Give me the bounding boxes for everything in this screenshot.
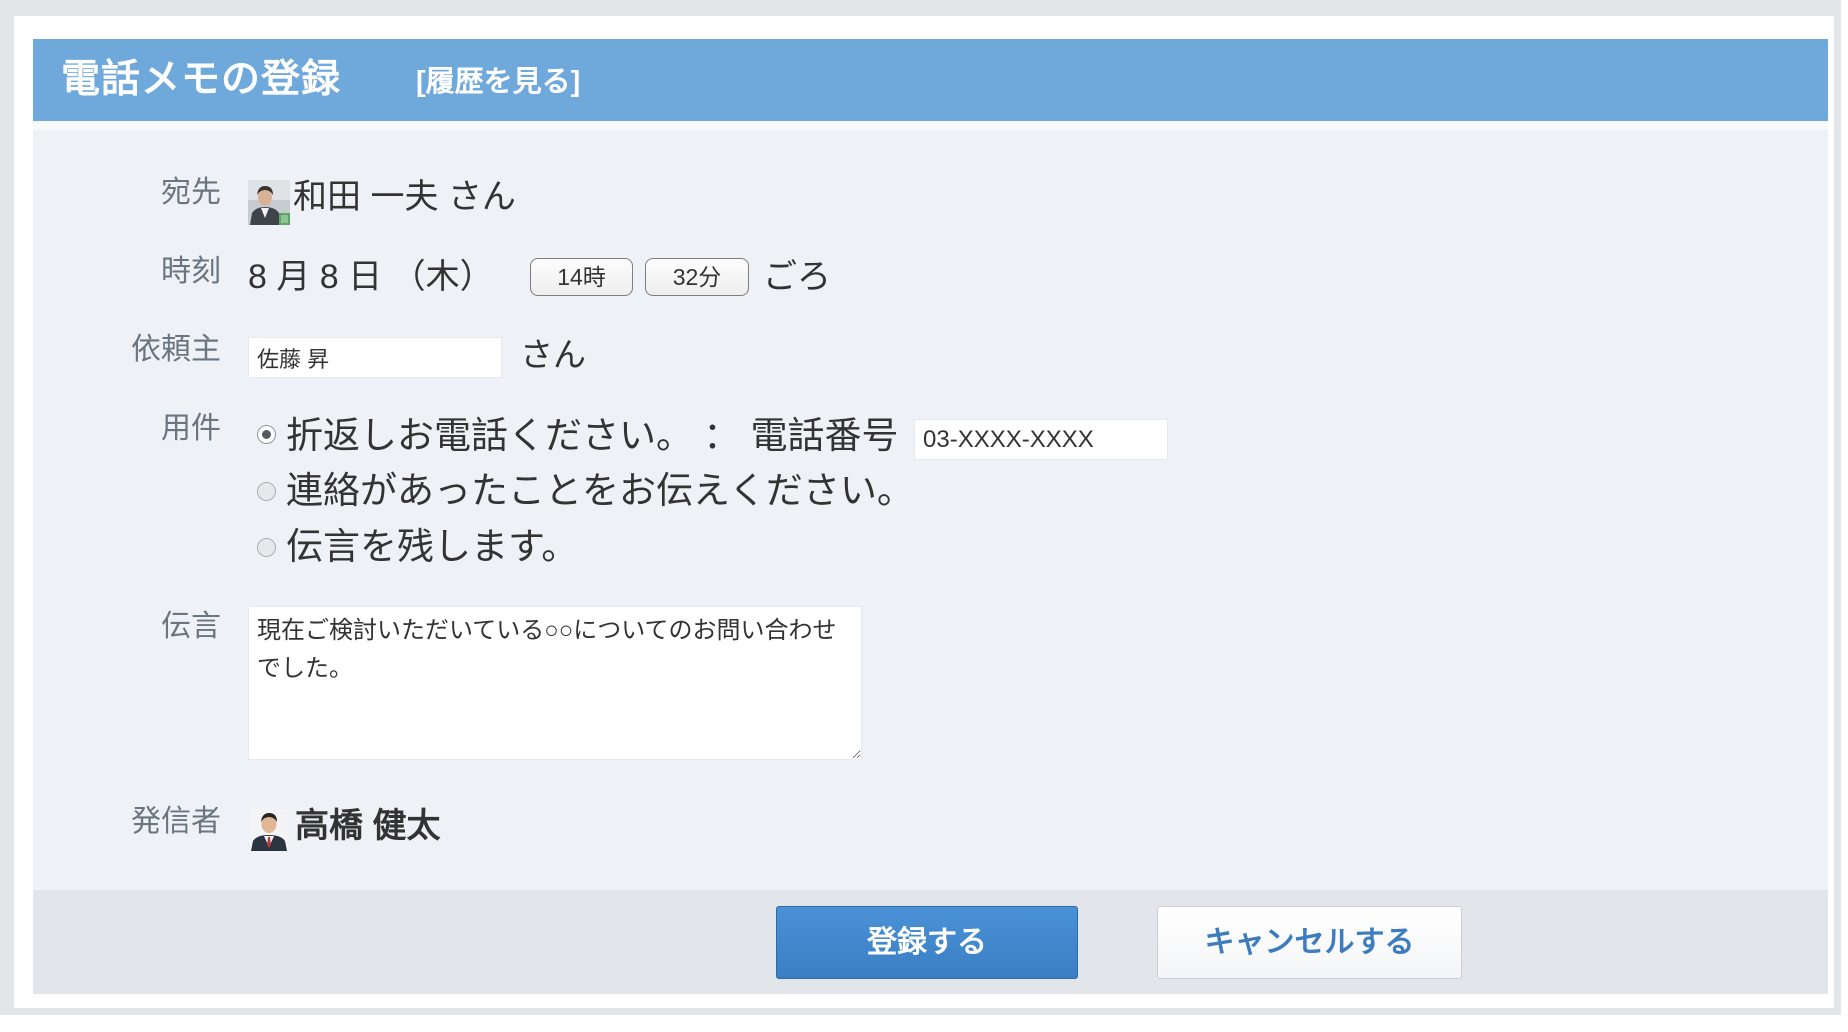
purpose-option-callback-label[interactable]: 折返しお電話ください。 ： 電話番号 xyxy=(286,415,899,457)
time-suffix: ごろ xyxy=(763,258,831,296)
hour-select-value: 14時 xyxy=(557,264,606,290)
purpose-radio-notify[interactable] xyxy=(257,482,276,501)
time-label: 時刻 xyxy=(161,255,221,288)
purpose-radio-callback[interactable] xyxy=(257,425,276,444)
recipient-label: 宛先 xyxy=(161,176,221,209)
purpose-label: 用件 xyxy=(161,412,221,445)
form-header: 電話メモの登録 [履歴を見る] xyxy=(33,39,1828,121)
cancel-button[interactable]: キャンセルする xyxy=(1157,906,1462,979)
sender-label: 発信者 xyxy=(131,805,221,838)
header-divider xyxy=(33,121,1828,130)
phone-number-input[interactable] xyxy=(914,419,1168,460)
purpose-option-notify-label[interactable]: 連絡があったことをお伝えください。 xyxy=(286,470,914,512)
purpose-option-message-label[interactable]: 伝言を残します。 xyxy=(286,526,578,568)
hour-select[interactable]: 14時 xyxy=(530,258,633,296)
message-textarea[interactable]: 現在ご検討いただいている○○についてのお問い合わせでした。 xyxy=(248,606,862,760)
page-title: 電話メモの登録 xyxy=(61,58,342,101)
minute-select[interactable]: 32分 xyxy=(645,258,749,296)
recipient-name: 和田 一夫 さん xyxy=(293,178,516,216)
user-photo-icon xyxy=(250,809,289,851)
register-button[interactable]: 登録する xyxy=(776,906,1078,979)
requester-suffix: さん xyxy=(520,336,586,373)
message-label: 伝言 xyxy=(161,610,221,643)
minute-select-value: 32分 xyxy=(672,264,722,290)
history-link[interactable]: [履歴を見る] xyxy=(416,41,580,123)
sender-name: 高橋 健太 xyxy=(295,807,441,845)
requester-input[interactable] xyxy=(248,337,502,378)
purpose-radio-message[interactable] xyxy=(257,538,276,557)
date-text: 8 月 8 日 （木） xyxy=(248,258,494,296)
requester-label: 依頼主 xyxy=(131,333,221,366)
phone-memo-form-panel: 電話メモの登録 [履歴を見る] 宛先 和田 一夫 さん 時刻 8 月 8 日 （… xyxy=(33,39,1828,994)
user-photo-icon xyxy=(248,180,290,225)
